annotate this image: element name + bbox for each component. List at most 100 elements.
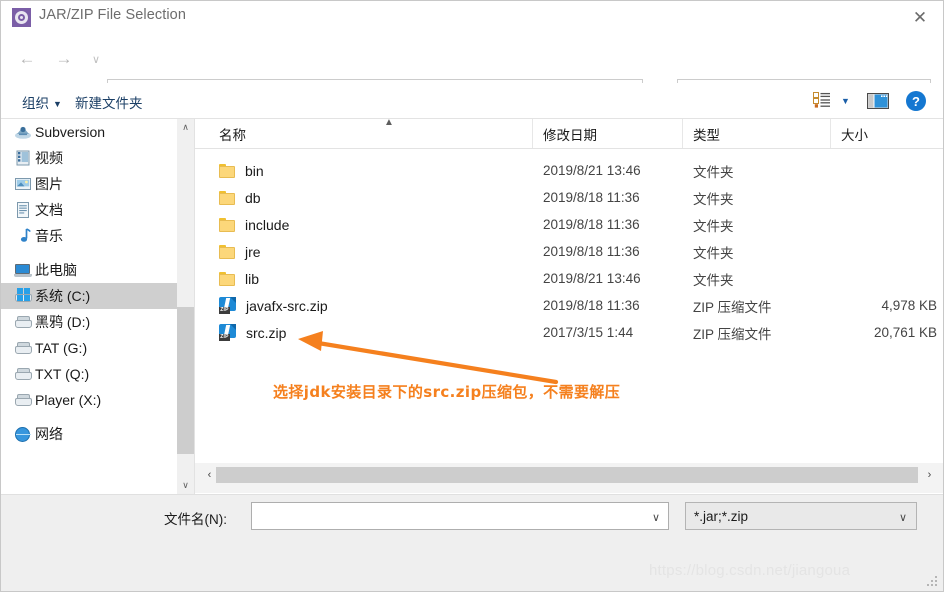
table-row[interactable]: ZIP javafx-src.zip 2019/8/18 11:36 ZIP 压… bbox=[195, 292, 943, 319]
file-rows: bin 2019/8/21 13:46 文件夹 db 2019/8/18 11:… bbox=[195, 149, 943, 346]
sidebar-item-label: TAT (G:) bbox=[35, 340, 88, 356]
column-header-type[interactable]: 类型 bbox=[683, 119, 831, 148]
file-name-cell[interactable]: bin bbox=[219, 163, 264, 179]
new-folder-button[interactable]: 新建文件夹 bbox=[75, 92, 143, 112]
view-options-icon[interactable] bbox=[813, 92, 831, 109]
table-row[interactable]: ZIP src.zip 2017/3/15 1:44 ZIP 压缩文件 20,7… bbox=[195, 319, 943, 346]
documents-icon bbox=[14, 201, 32, 219]
resize-grip[interactable] bbox=[927, 576, 939, 588]
sidebar-item-label: 文档 bbox=[35, 202, 63, 218]
sidebar-item-subversion[interactable]: Subversion bbox=[1, 119, 177, 145]
filename-input[interactable] bbox=[258, 506, 644, 526]
file-name: jre bbox=[245, 243, 261, 260]
help-icon[interactable]: ? bbox=[906, 91, 926, 111]
file-type: 文件夹 bbox=[693, 245, 734, 261]
sidebar-item-this-pc[interactable]: 此电脑 bbox=[1, 257, 177, 283]
scroll-right-icon[interactable]: › bbox=[921, 466, 938, 483]
file-name: src.zip bbox=[246, 324, 287, 341]
table-row[interactable]: jre 2019/8/18 11:36 文件夹 bbox=[195, 238, 943, 265]
folder-icon bbox=[219, 244, 235, 259]
file-type-filter-value: *.jar;*.zip bbox=[694, 508, 749, 524]
column-header-name[interactable]: 名称 ▲ bbox=[209, 119, 533, 148]
sidebar-item-label: 网络 bbox=[35, 426, 63, 442]
sidebar-item-label: 此电脑 bbox=[35, 262, 77, 278]
title-bar: JAR/ZIP File Selection ✕ bbox=[1, 1, 943, 34]
sort-ascending-icon: ▲ bbox=[384, 119, 394, 128]
sidebar-item-drive-g[interactable]: TAT (G:) bbox=[1, 335, 177, 361]
file-type: 文件夹 bbox=[693, 191, 734, 207]
sidebar-item-label: 系统 (C:) bbox=[35, 288, 91, 304]
drive-icon bbox=[14, 339, 32, 357]
scrollbar-thumb[interactable] bbox=[177, 307, 194, 454]
close-icon[interactable]: ✕ bbox=[897, 1, 943, 33]
sidebar-item-drive-d[interactable]: 黑鸦 (D:) bbox=[1, 309, 177, 335]
zip-icon: ZIP bbox=[219, 297, 236, 314]
column-header-size[interactable]: 大小 bbox=[831, 119, 943, 148]
forward-icon[interactable]: → bbox=[51, 46, 77, 72]
horizontal-scrollbar[interactable]: ‹ › bbox=[195, 463, 943, 493]
subversion-icon bbox=[14, 123, 32, 141]
sidebar-scrollbar[interactable]: ∧ ∨ bbox=[177, 119, 194, 494]
sidebar-item-drive-x[interactable]: Player (X:) bbox=[1, 387, 177, 413]
preview-pane-icon[interactable] bbox=[866, 92, 890, 110]
network-icon bbox=[14, 425, 32, 443]
file-name-cell[interactable]: lib bbox=[219, 271, 259, 287]
sidebar-item-label: 视频 bbox=[35, 150, 63, 166]
filename-label: 文件名(N): bbox=[164, 512, 227, 527]
file-date: 2019/8/21 13:46 bbox=[543, 163, 641, 178]
video-icon bbox=[14, 149, 32, 167]
sidebar-item-network[interactable]: 网络 bbox=[1, 421, 177, 447]
sidebar-item-documents[interactable]: 文档 bbox=[1, 197, 177, 223]
pictures-icon bbox=[14, 175, 32, 193]
table-row[interactable]: lib 2019/8/21 13:46 文件夹 bbox=[195, 265, 943, 292]
file-name-cell[interactable]: include bbox=[219, 217, 289, 233]
file-size: 20,761 KB bbox=[873, 325, 937, 340]
file-dialog-window: JAR/ZIP File Selection ✕ ← → ∨ « 系统 (C:)… bbox=[0, 0, 944, 592]
file-type: 文件夹 bbox=[693, 218, 734, 234]
file-name: bin bbox=[245, 162, 264, 179]
sidebar-item-system-c[interactable]: 系统 (C:) bbox=[1, 283, 177, 309]
sidebar-item-pictures[interactable]: 图片 bbox=[1, 171, 177, 197]
gear-icon bbox=[12, 8, 31, 27]
file-type-filter-dropdown[interactable]: *.jar;*.zip ∨ bbox=[685, 502, 917, 530]
folder-icon bbox=[219, 190, 235, 205]
recent-locations-icon[interactable]: ∨ bbox=[83, 46, 109, 72]
sidebar-item-label: 图片 bbox=[35, 176, 63, 192]
drive-icon bbox=[14, 365, 32, 383]
scroll-up-icon[interactable]: ∧ bbox=[177, 119, 194, 136]
file-date: 2019/8/18 11:36 bbox=[543, 217, 640, 232]
column-headers: 名称 ▲ 修改日期 类型 大小 bbox=[195, 119, 943, 149]
command-bar: 组织 ▼ 新建文件夹 ▼ ? bbox=[1, 83, 943, 119]
sidebar-item-label: 音乐 bbox=[35, 228, 63, 244]
file-name-cell[interactable]: jre bbox=[219, 244, 261, 260]
file-name-cell[interactable]: db bbox=[219, 190, 261, 206]
table-row[interactable]: include 2019/8/18 11:36 文件夹 bbox=[195, 211, 943, 238]
view-options-chevron-down-icon[interactable]: ▼ bbox=[841, 96, 851, 106]
back-icon[interactable]: ← bbox=[14, 46, 40, 72]
sidebar-item-videos[interactable]: 视频 bbox=[1, 145, 177, 171]
file-name-cell[interactable]: ZIP javafx-src.zip bbox=[219, 297, 328, 314]
chevron-down-icon[interactable]: ∨ bbox=[652, 511, 660, 524]
sidebar-item-music[interactable]: 音乐 bbox=[1, 223, 177, 249]
file-name: lib bbox=[245, 270, 260, 287]
file-date: 2019/8/21 13:46 bbox=[543, 271, 641, 286]
sidebar-item-label: Subversion bbox=[35, 124, 106, 140]
navigation-bar: ← → ∨ « 系统 (C:) › Program Files › Java ›… bbox=[1, 34, 943, 104]
organize-button[interactable]: 组织 ▼ bbox=[22, 92, 62, 112]
file-type: ZIP 压缩文件 bbox=[693, 299, 772, 315]
file-name-cell[interactable]: ZIP src.zip bbox=[219, 324, 286, 341]
file-name: include bbox=[245, 216, 290, 233]
sidebar-item-label: Player (X:) bbox=[35, 392, 102, 408]
scrollbar-thumb[interactable] bbox=[216, 467, 918, 483]
sidebar-item-drive-q[interactable]: TXT (Q:) bbox=[1, 361, 177, 387]
column-header-date[interactable]: 修改日期 bbox=[533, 119, 683, 148]
filename-combo[interactable]: ∨ bbox=[251, 502, 669, 530]
scroll-down-icon[interactable]: ∨ bbox=[177, 477, 194, 494]
file-name: db bbox=[245, 189, 261, 206]
table-row[interactable]: bin 2019/8/21 13:46 文件夹 bbox=[195, 157, 943, 184]
chevron-down-icon: ∨ bbox=[898, 512, 907, 524]
file-size: 4,978 KB bbox=[881, 298, 937, 313]
file-type: ZIP 压缩文件 bbox=[693, 326, 772, 342]
table-row[interactable]: db 2019/8/18 11:36 文件夹 bbox=[195, 184, 943, 211]
